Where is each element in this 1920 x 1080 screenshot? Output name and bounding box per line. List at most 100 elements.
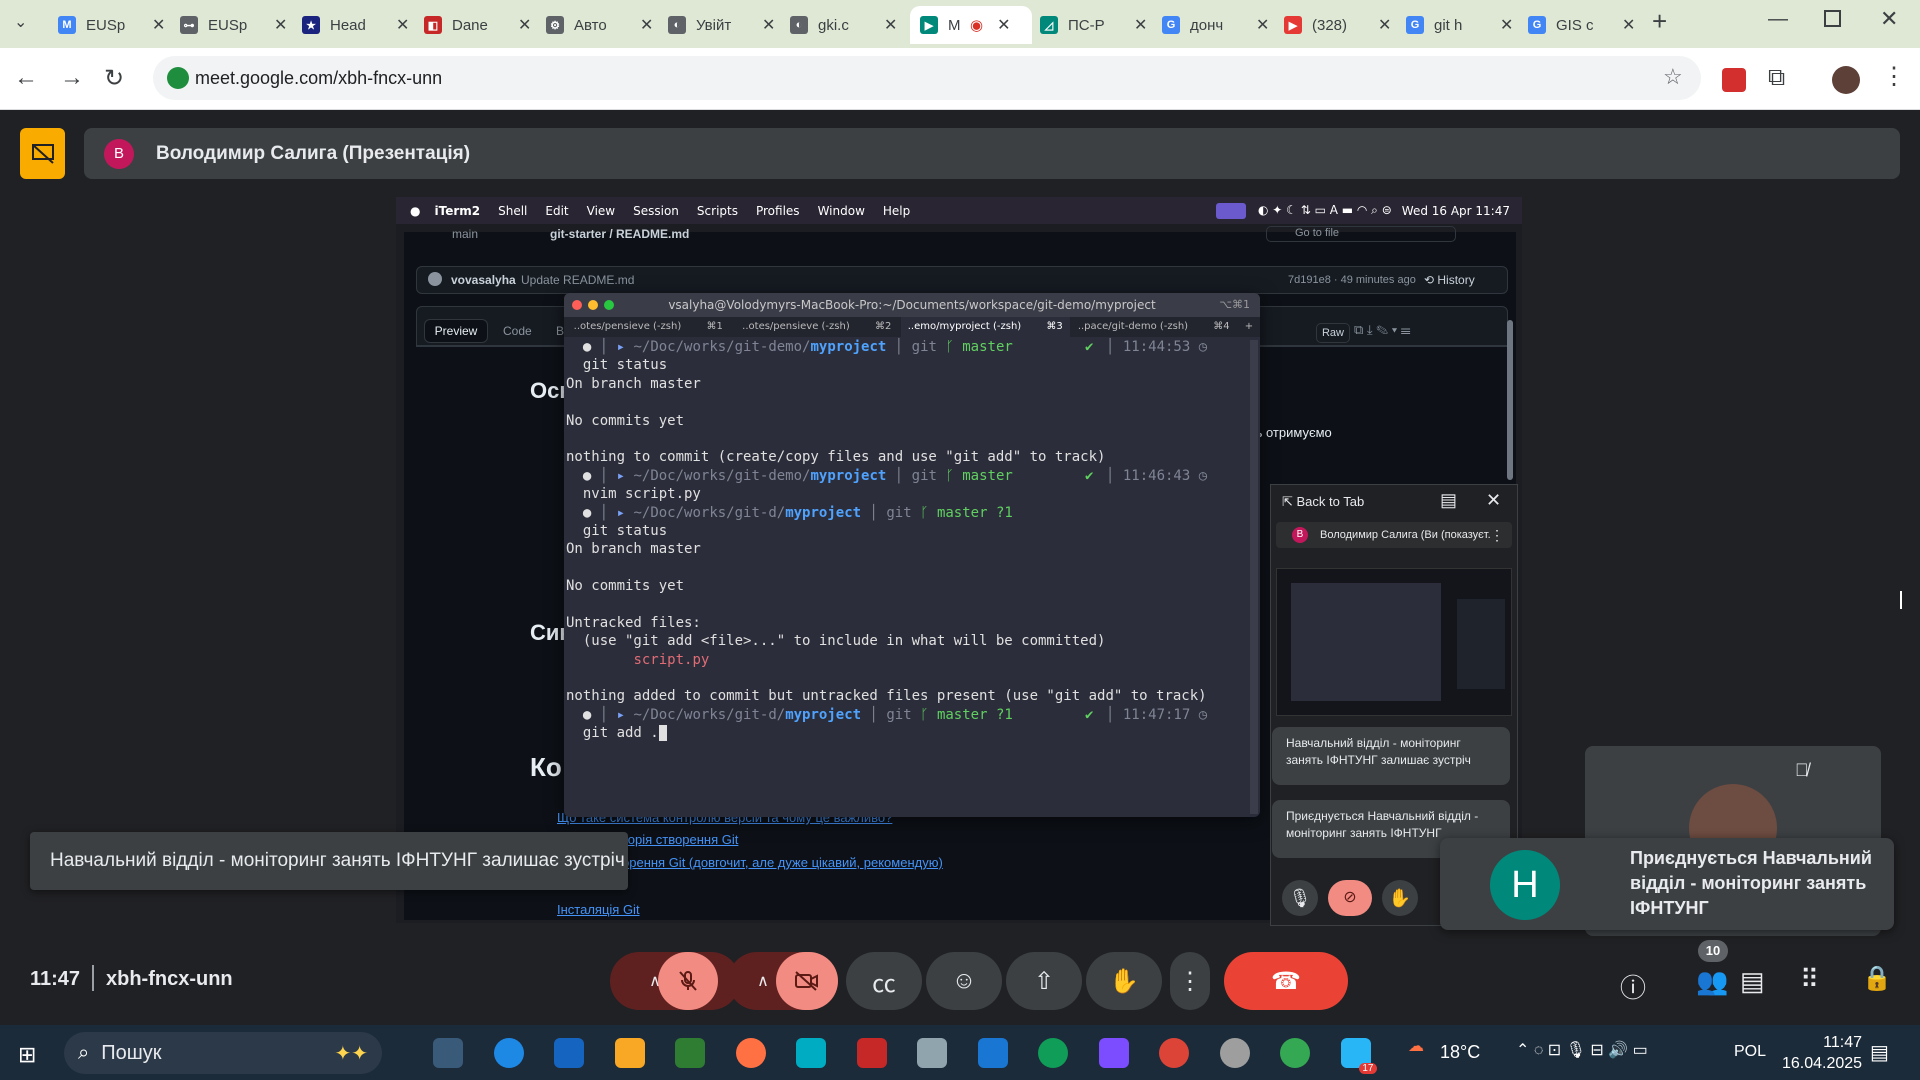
chrome-icon[interactable] xyxy=(1219,1038,1250,1068)
minimize-dot-icon[interactable] xyxy=(588,300,598,310)
back-button[interactable]: ← xyxy=(14,64,38,92)
windows-start-icon[interactable]: ⊞ xyxy=(18,1042,36,1068)
reload-button[interactable]: ↻ xyxy=(104,64,124,93)
iterm-tab[interactable]: ..otes/pensieve (-zsh) ⌘1 xyxy=(564,317,733,337)
close-tab-icon[interactable]: ✕ xyxy=(997,15,1010,35)
bookmark-star-icon[interactable]: ☆ xyxy=(1663,64,1683,90)
readme-link[interactable]: торія створення Git xyxy=(622,832,738,847)
iterm-tab[interactable]: ..otes/pensieve (-zsh) ⌘2 xyxy=(733,317,902,337)
app-icon[interactable] xyxy=(856,1038,887,1068)
iterm-tab-active[interactable]: ..emo/myproject (-zsh) ⌘3 xyxy=(901,317,1070,337)
raw-button[interactable]: Raw xyxy=(1316,323,1350,343)
people-icon[interactable]: 👥 xyxy=(1696,966,1728,997)
taskbar-search[interactable]: ⌕ Пошук ✦✦ xyxy=(64,1032,382,1074)
leave-call-button[interactable]: ☎ xyxy=(1224,952,1348,1010)
close-pip-icon[interactable]: ✕ xyxy=(1486,490,1501,511)
maximize-window-button[interactable] xyxy=(1824,10,1841,27)
browser-tab[interactable]: ◐ gki.c ✕ xyxy=(780,6,898,44)
meeting-info-icon[interactable]: ⓘ xyxy=(1620,968,1646,1005)
browser-tab[interactable]: M EUSp ✕ xyxy=(48,6,166,44)
zoom-dot-icon[interactable] xyxy=(604,300,614,310)
browser-tab[interactable]: ★ Head ✕ xyxy=(292,6,410,44)
telegram-icon[interactable]: 17 xyxy=(1340,1038,1377,1074)
close-tab-icon[interactable]: ✕ xyxy=(1256,15,1269,35)
host-controls-icon[interactable]: 🔒 xyxy=(1862,964,1892,993)
camera-off-button[interactable] xyxy=(776,952,838,1010)
browser-tab[interactable]: ⊶ EUSp ✕ xyxy=(170,6,288,44)
close-window-button[interactable]: ✕ xyxy=(1880,6,1898,32)
tab-blame[interactable]: B xyxy=(556,324,564,338)
chrome-icon[interactable] xyxy=(1280,1038,1310,1068)
app-icon[interactable] xyxy=(675,1038,705,1068)
chat-panel-icon[interactable]: ▤ xyxy=(1740,966,1765,997)
weather-icon[interactable]: ☁ xyxy=(1408,1036,1424,1056)
close-dot-icon[interactable] xyxy=(572,300,582,310)
chrome-icon[interactable] xyxy=(1038,1038,1068,1068)
more-options-button[interactable]: ⋮ xyxy=(1170,952,1210,1010)
browser-tab[interactable]: ⚙ Авто ✕ xyxy=(536,6,654,44)
activities-icon[interactable]: ⠿ xyxy=(1800,964,1819,995)
close-tab-icon[interactable]: ✕ xyxy=(396,15,409,35)
readme-link[interactable]: орення Git (довгочит, але дуже цікавий, … xyxy=(622,855,943,870)
captions-button[interactable]: ㏄ xyxy=(846,952,922,1010)
browser-tab[interactable]: Ggit h ✕ xyxy=(1396,6,1514,44)
pip-mic-button[interactable]: 🎙 xyxy=(1282,880,1318,916)
browser-menu-icon[interactable]: ⋮ xyxy=(1882,62,1906,91)
camera-options-chevron-icon[interactable]: ∧ xyxy=(757,971,769,991)
firefox-icon[interactable] xyxy=(735,1038,766,1068)
app-icon[interactable] xyxy=(1098,1038,1129,1068)
profile-avatar[interactable] xyxy=(1832,66,1860,94)
tab-search-chevron-icon[interactable]: ⌄ xyxy=(14,12,27,32)
present-button[interactable]: ⇧ xyxy=(1006,952,1082,1010)
app-icon[interactable] xyxy=(796,1038,826,1068)
address-bar[interactable]: meet.google.com/xbh-fncx-unn ☆ xyxy=(153,56,1701,100)
extension-icon[interactable] xyxy=(1722,68,1746,92)
browser-tab[interactable]: ◿ ПС-Р ✕ xyxy=(1030,6,1148,44)
taskbar-date[interactable]: 16.04.2025 xyxy=(1782,1055,1862,1073)
commit-message[interactable]: Update README.md xyxy=(521,273,634,287)
browser-tab[interactable]: ▶ (328) ✕ xyxy=(1274,6,1392,44)
browser-tab[interactable]: ◐ Увійт ✕ xyxy=(658,6,776,44)
close-tab-icon[interactable]: ✕ xyxy=(1134,15,1147,35)
file-action-icons[interactable]: ⧉ ⤓ ✎ ▾ ☰ xyxy=(1354,322,1411,338)
tab-code[interactable]: Code xyxy=(503,324,532,338)
notifications-icon[interactable]: ▤ xyxy=(1870,1040,1889,1065)
close-tab-icon[interactable]: ✕ xyxy=(152,15,165,35)
tab-preview[interactable]: Preview xyxy=(424,319,488,343)
chrome-icon[interactable] xyxy=(1159,1038,1189,1068)
new-tab-button[interactable]: + xyxy=(1652,6,1667,37)
temperature[interactable]: 18°C xyxy=(1440,1042,1480,1063)
more-options-icon[interactable]: ⋮ xyxy=(1490,527,1504,544)
pip-camera-off-button[interactable]: ⊘ xyxy=(1328,880,1372,916)
reactions-button[interactable]: ☺ xyxy=(926,952,1002,1010)
terminal-output[interactable]: ● │ ▸ ~/Doc/works/git-demo/myproject │ g… xyxy=(566,338,1248,814)
close-tab-icon[interactable]: ✕ xyxy=(1622,15,1635,35)
taskbar-time[interactable]: 11:47 xyxy=(1790,1034,1862,1052)
file-explorer-icon[interactable] xyxy=(614,1038,645,1068)
close-tab-icon[interactable]: ✕ xyxy=(640,15,653,35)
history-button[interactable]: ⟲ History xyxy=(1424,273,1475,287)
store-icon[interactable] xyxy=(977,1038,1008,1068)
outlook-icon[interactable] xyxy=(554,1038,584,1068)
app-icon[interactable] xyxy=(917,1038,947,1068)
terminal-scrollbar[interactable] xyxy=(1250,340,1258,814)
microphone-site-icon[interactable] xyxy=(167,67,189,89)
browser-tab[interactable]: G GIS c ✕ xyxy=(1518,6,1636,44)
pip-raise-hand-button[interactable]: ✋ xyxy=(1382,880,1418,916)
github-goto-file[interactable]: Go to file xyxy=(1266,226,1456,242)
edge-icon[interactable] xyxy=(493,1038,524,1068)
close-tab-icon[interactable]: ✕ xyxy=(1500,15,1513,35)
raise-hand-button[interactable]: ✋ xyxy=(1086,952,1162,1010)
minimize-window-button[interactable]: — xyxy=(1768,8,1788,31)
task-view-icon[interactable] xyxy=(433,1038,463,1068)
mic-off-button[interactable] xyxy=(658,952,718,1010)
github-scrollbar[interactable] xyxy=(1507,320,1513,480)
chat-icon[interactable]: ▤ xyxy=(1440,490,1457,511)
input-language[interactable]: POL xyxy=(1734,1043,1766,1061)
extensions-puzzle-icon[interactable]: ⧉ xyxy=(1768,64,1785,92)
new-iterm-tab-button[interactable]: + xyxy=(1238,317,1260,337)
close-tab-icon[interactable]: ✕ xyxy=(1378,15,1391,35)
back-to-tab-button[interactable]: ⇱ Back to Tab xyxy=(1282,494,1364,510)
forward-button[interactable]: → xyxy=(60,64,84,92)
close-tab-icon[interactable]: ✕ xyxy=(762,15,775,35)
